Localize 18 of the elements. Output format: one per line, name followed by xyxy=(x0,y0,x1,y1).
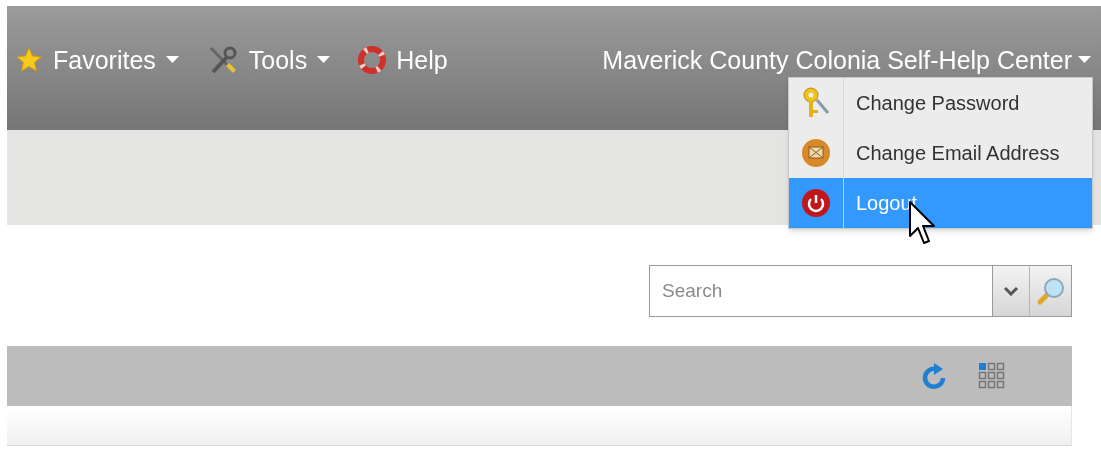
lifebuoy-icon xyxy=(358,46,387,74)
envelope-icon xyxy=(801,138,831,168)
star-icon xyxy=(15,46,43,74)
menu-button[interactable]: Favorites xyxy=(15,44,179,76)
grid-icon[interactable] xyxy=(978,362,1006,390)
search-icon xyxy=(1035,276,1066,306)
menu-item[interactable]: Change Email Address xyxy=(789,128,1092,178)
key-icon xyxy=(801,86,831,120)
menu-item[interactable]: Change Password xyxy=(789,78,1092,128)
account-menu-button[interactable]: Maverick County Colonia Self-Help Center xyxy=(602,44,1091,76)
refresh-icon[interactable] xyxy=(922,362,948,390)
help-link[interactable]: Help xyxy=(358,44,448,76)
search-field[interactable]: Search xyxy=(649,265,992,317)
menu-button[interactable]: Tools xyxy=(206,44,331,76)
power-icon xyxy=(801,188,831,218)
search-button[interactable] xyxy=(1030,265,1072,317)
dropdown-button[interactable] xyxy=(992,265,1030,317)
chevron-down-icon xyxy=(1004,286,1018,296)
